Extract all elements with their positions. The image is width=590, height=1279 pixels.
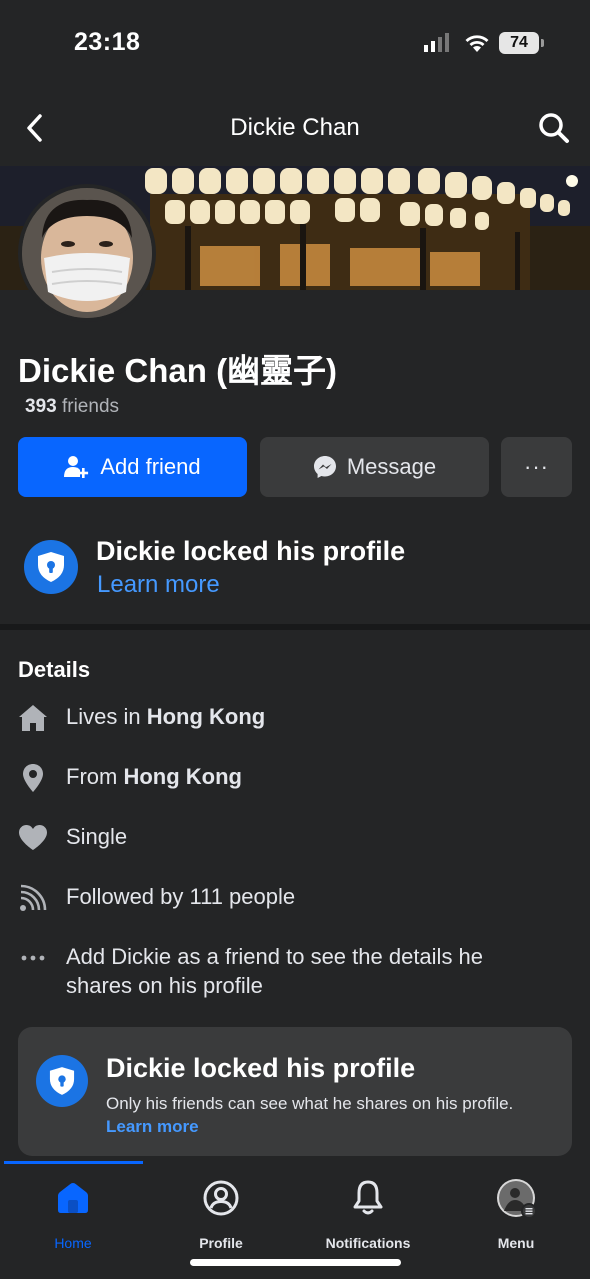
bell-icon — [353, 1180, 383, 1215]
add-friend-icon — [64, 456, 89, 478]
active-tab-indicator — [4, 1161, 143, 1164]
location-pin-icon — [23, 764, 43, 792]
page-title: Dickie Chan — [230, 114, 360, 141]
avatar-menu-icon — [497, 1179, 537, 1219]
rss-feed-icon — [20, 884, 47, 911]
tab-home[interactable]: Home — [3, 1178, 143, 1258]
cellular-signal-icon — [424, 33, 449, 52]
tab-label: Menu — [497, 1235, 535, 1251]
heart-icon — [19, 825, 47, 850]
shield-lock-icon — [24, 540, 78, 594]
message-button[interactable]: Message — [260, 437, 489, 497]
shield-lock-icon — [36, 1055, 88, 1107]
friend-count-label: friends — [56, 396, 120, 417]
detail-prefix: From — [66, 764, 124, 789]
locked-card-title: Dickie locked his profile — [106, 1053, 416, 1083]
more-dots-icon: ··· — [524, 454, 549, 479]
wifi-icon — [465, 35, 489, 52]
add-friend-label: Add friend — [100, 454, 201, 479]
status-bar: 23:18 74 — [0, 0, 590, 88]
status-time: 23:18 — [74, 28, 141, 56]
friend-count-number: 393 — [25, 396, 57, 417]
home-icon — [58, 1183, 88, 1213]
detail-text: Add Dickie as a friend to see the detail… — [66, 942, 550, 1000]
detail-prefix: Single — [66, 824, 128, 849]
more-dots-icon — [21, 955, 45, 961]
tab-notifications[interactable]: Notifications — [298, 1178, 438, 1258]
home-icon — [19, 705, 47, 731]
profile-avatar[interactable] — [18, 184, 156, 322]
tab-label: Notifications — [325, 1235, 411, 1251]
detail-text: Lives in Hong Kong — [66, 702, 550, 731]
detail-value: Hong Kong — [123, 764, 242, 789]
tab-menu[interactable]: Menu — [446, 1178, 586, 1258]
locked-profile-notice: Dickie locked his profile Learn more — [0, 526, 590, 622]
tab-profile[interactable]: Profile — [151, 1178, 291, 1258]
profile-icon — [203, 1180, 239, 1216]
avatar-photo — [22, 188, 152, 318]
locked-profile-title: Dickie locked his profile — [96, 536, 406, 566]
home-indicator[interactable] — [190, 1259, 401, 1266]
more-options-button[interactable]: ··· — [501, 437, 572, 497]
detail-value: Hong Kong — [146, 704, 266, 729]
friend-count[interactable]: 393 friends — [25, 396, 119, 418]
profile-name: Dickie Chan (幽靈子) — [18, 352, 338, 389]
battery-indicator: 74 — [499, 32, 544, 54]
detail-prefix: Followed by 111 people — [66, 884, 296, 909]
locked-card-body: Only his friends can see what he shares … — [106, 1094, 514, 1113]
learn-more-link[interactable]: Learn more — [106, 1117, 199, 1136]
detail-text: Single — [66, 822, 550, 851]
learn-more-link[interactable]: Learn more — [97, 571, 220, 599]
detail-text[interactable]: Followed by 111 people — [66, 882, 550, 911]
tab-label: Profile — [199, 1235, 243, 1251]
tab-label: Home — [54, 1235, 92, 1251]
detail-prefix: Add Dickie as a friend to see the detail… — [66, 944, 484, 998]
detail-text: From Hong Kong — [66, 762, 550, 791]
message-label: Message — [346, 454, 437, 479]
detail-prefix: Lives in — [66, 704, 147, 729]
details-heading: Details — [18, 657, 91, 682]
search-icon[interactable] — [536, 110, 572, 146]
messenger-icon — [313, 456, 336, 478]
locked-profile-card: Dickie locked his profile Only his frien… — [18, 1027, 572, 1156]
nav-bar: Dickie Chan — [0, 96, 590, 160]
section-divider — [0, 624, 590, 630]
add-friend-button[interactable]: Add friend — [18, 437, 247, 497]
locked-card-text: Only his friends can see what he shares … — [106, 1092, 526, 1138]
